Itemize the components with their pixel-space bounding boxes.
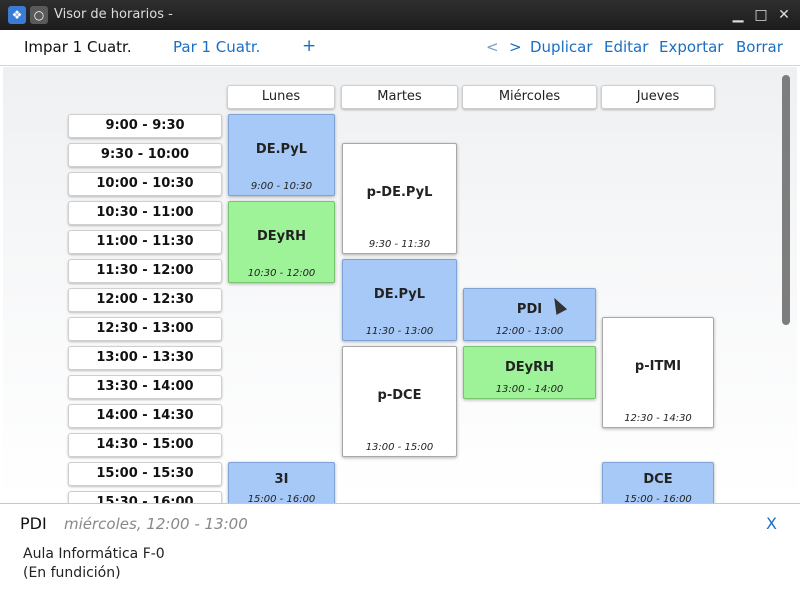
pin-icon[interactable]: ○: [30, 6, 48, 24]
event-time: 15:00 - 16:00: [624, 494, 692, 503]
time-slot: 9:30 - 10:00: [68, 143, 222, 167]
day-header-martes: Martes: [341, 85, 458, 109]
window-title: Visor de horarios -: [54, 7, 173, 22]
event-name: p-DCE: [377, 388, 422, 403]
tab-par[interactable]: Par 1 Cuatr.: [173, 38, 260, 56]
event-block[interactable]: DEyRH 10:30 - 12:00: [228, 201, 335, 283]
time-slot: 11:00 - 11:30: [68, 230, 222, 254]
event-block[interactable]: p-ITMI 12:30 - 14:30: [602, 317, 714, 428]
day-header-miercoles: Miércoles: [462, 85, 597, 109]
event-block[interactable]: DE.PyL 11:30 - 13:00: [342, 259, 457, 341]
time-slot: 13:00 - 13:30: [68, 346, 222, 370]
time-slot: 9:00 - 9:30: [68, 114, 222, 138]
event-time: 13:00 - 15:00: [365, 442, 434, 453]
event-block[interactable]: DEyRH 13:00 - 14:00: [463, 346, 596, 399]
day-header-jueves: Jueves: [601, 85, 715, 109]
delete-button[interactable]: Borrar: [736, 38, 783, 56]
event-block[interactable]: p-DE.PyL 9:30 - 11:30: [342, 143, 457, 254]
event-time: 11:30 - 13:00: [365, 326, 434, 337]
event-name: p-ITMI: [634, 359, 682, 374]
time-slot: 13:30 - 14:00: [68, 375, 222, 399]
event-block[interactable]: DE.PyL 9:00 - 10:30: [228, 114, 335, 196]
detail-status: (En fundición): [23, 565, 121, 581]
event-block[interactable]: p-DCE 13:00 - 15:00: [342, 346, 457, 457]
event-name: DCE: [643, 472, 673, 487]
maximize-button[interactable]: □: [751, 5, 771, 25]
close-detail-button[interactable]: X: [766, 514, 777, 533]
scrollbar-thumb[interactable]: [782, 75, 790, 325]
event-time: 10:30 - 12:00: [247, 268, 316, 279]
duplicate-button[interactable]: Duplicar: [530, 38, 593, 56]
tab-impar[interactable]: Impar 1 Cuatr.: [24, 38, 132, 56]
time-slot: 12:30 - 13:00: [68, 317, 222, 341]
detail-room: Aula Informática F-0: [23, 546, 165, 562]
day-header-lunes: Lunes: [227, 85, 335, 109]
detail-event-time: miércoles, 12:00 - 13:00: [64, 515, 248, 533]
app-icon[interactable]: ❖: [8, 6, 26, 24]
event-name: PDI: [516, 302, 543, 317]
event-block[interactable]: PDI 12:00 - 13:00: [463, 288, 596, 341]
event-name: DEyRH: [504, 360, 555, 375]
event-detail-panel: PDI miércoles, 12:00 - 13:00 X Aula Info…: [0, 503, 800, 600]
edit-button[interactable]: Editar: [604, 38, 648, 56]
next-button[interactable]: >: [509, 38, 522, 56]
event-name: DEyRH: [256, 229, 307, 244]
time-slot: 15:00 - 15:30: [68, 462, 222, 486]
vertical-scrollbar[interactable]: [782, 75, 790, 500]
event-name: DE.PyL: [255, 142, 308, 157]
time-slot: 14:00 - 14:30: [68, 404, 222, 428]
event-name: 3I: [274, 472, 289, 487]
export-button[interactable]: Exportar: [659, 38, 723, 56]
time-slot: 10:00 - 10:30: [68, 172, 222, 196]
event-name: DE.PyL: [373, 287, 426, 302]
event-name: p-DE.PyL: [366, 185, 433, 200]
event-time: 15:00 - 16:00: [247, 494, 316, 503]
event-time: 12:30 - 14:30: [624, 413, 692, 424]
toolbar: Impar 1 Cuatr. Par 1 Cuatr. + < > Duplic…: [0, 30, 800, 66]
event-time: 13:00 - 14:00: [495, 384, 564, 395]
event-block[interactable]: DCE 15:00 - 16:00: [602, 462, 714, 503]
title-bar: ❖ ○ Visor de horarios - ▁ □ ✕: [0, 0, 800, 30]
schedule-view: Lunes Martes Miércoles Jueves 9:00 - 9:3…: [3, 67, 797, 503]
time-slot: 10:30 - 11:00: [68, 201, 222, 225]
event-time: 12:00 - 13:00: [495, 326, 564, 337]
event-block[interactable]: 3I 15:00 - 16:00: [228, 462, 335, 503]
time-slot: 14:30 - 15:00: [68, 433, 222, 457]
detail-event-name: PDI: [20, 514, 47, 533]
time-slot: 12:00 - 12:30: [68, 288, 222, 312]
time-slot: 11:30 - 12:00: [68, 259, 222, 283]
event-time: 9:00 - 10:30: [250, 181, 313, 192]
minimize-button[interactable]: ▁: [728, 5, 748, 25]
add-tab-button[interactable]: +: [302, 36, 316, 56]
close-window-button[interactable]: ✕: [774, 5, 794, 25]
time-slot: 15:30 - 16:00: [68, 491, 222, 503]
prev-button[interactable]: <: [486, 38, 499, 56]
event-time: 9:30 - 11:30: [368, 239, 431, 250]
